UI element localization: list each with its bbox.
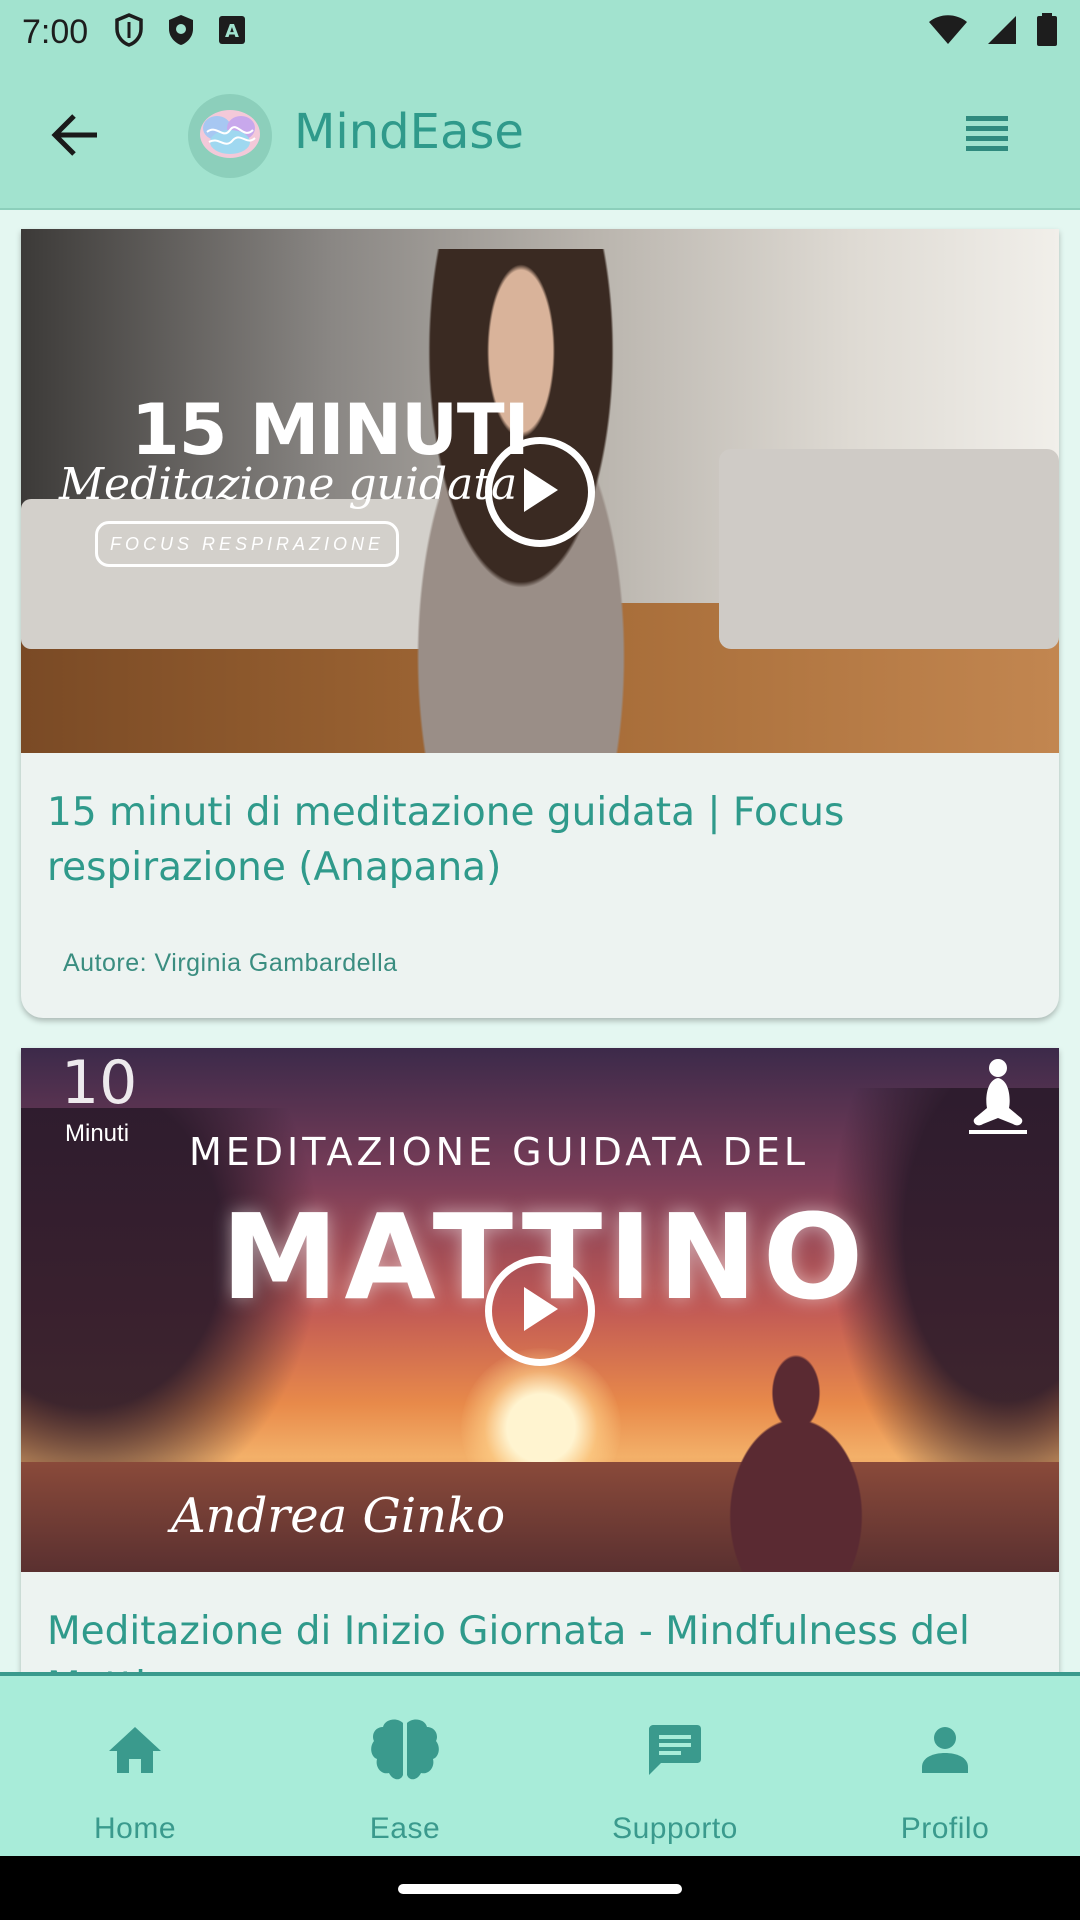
play-icon bbox=[518, 1284, 562, 1339]
arrow-back-icon bbox=[50, 112, 100, 163]
svg-text:A: A bbox=[225, 21, 239, 42]
thumbnail-minutes: Minuti bbox=[65, 1120, 130, 1147]
chat-icon bbox=[639, 1714, 711, 1786]
thumbnail-number: 10 bbox=[61, 1048, 138, 1118]
wifi-icon bbox=[928, 14, 968, 51]
play-button[interactable] bbox=[485, 1256, 595, 1366]
status-bar: 7:00 A bbox=[0, 0, 1080, 64]
video-list[interactable]: 15 MINUTI Meditazione guidata FOCUS RESP… bbox=[0, 212, 1080, 1672]
video-card[interactable]: 10 Minuti MEDITAZIONE GUIDATA DEL MATTIN… bbox=[21, 1048, 1059, 1672]
thumbnail-subtitle: Meditazione guidata bbox=[59, 459, 518, 510]
meditation-figure-icon bbox=[963, 1052, 1033, 1142]
play-icon bbox=[518, 465, 562, 520]
nav-item-home[interactable]: Home bbox=[0, 1676, 270, 1856]
cell-signal-icon bbox=[986, 14, 1018, 51]
thumbnail-pill: FOCUS RESPIRAZIONE bbox=[95, 521, 399, 567]
battery-icon bbox=[1036, 12, 1058, 52]
video-title[interactable]: 15 minuti di meditazione guidata | Focus… bbox=[47, 785, 1027, 895]
list-menu-icon bbox=[964, 116, 1010, 158]
app-logo bbox=[188, 94, 272, 178]
nav-item-supporto[interactable]: Supporto bbox=[540, 1676, 810, 1856]
system-gesture-bar bbox=[0, 1856, 1080, 1920]
brain-icon bbox=[369, 1714, 441, 1786]
nav-label-profilo: Profilo bbox=[900, 1812, 990, 1845]
video-thumbnail[interactable]: 10 Minuti MEDITAZIONE GUIDATA DEL MATTIN… bbox=[21, 1048, 1059, 1572]
person-icon bbox=[909, 1714, 981, 1786]
status-icons-right bbox=[928, 12, 1058, 52]
shield-filled-icon bbox=[166, 13, 196, 52]
video-title[interactable]: Meditazione di Inizio Giornata - Mindful… bbox=[47, 1604, 1027, 1672]
home-icon bbox=[99, 1714, 171, 1786]
thumbnail-author: Andrea Ginko bbox=[171, 1488, 506, 1544]
nav-label-ease: Ease bbox=[369, 1812, 441, 1845]
keyboard-a-icon: A bbox=[218, 15, 246, 50]
nav-item-profilo[interactable]: Profilo bbox=[810, 1676, 1080, 1856]
video-author: Autore: Virginia Gambardella bbox=[63, 949, 398, 977]
app-title: MindEase bbox=[294, 104, 524, 160]
thumbnail-headline: MEDITAZIONE GUIDATA DEL bbox=[189, 1130, 810, 1174]
video-card[interactable]: 15 MINUTI Meditazione guidata FOCUS RESP… bbox=[21, 229, 1059, 1018]
back-button[interactable] bbox=[40, 102, 110, 172]
status-time: 7:00 bbox=[22, 12, 89, 51]
brain-logo-icon bbox=[197, 106, 263, 167]
play-button[interactable] bbox=[485, 437, 595, 547]
shield-outline-icon bbox=[114, 12, 144, 52]
nav-item-ease[interactable]: Ease bbox=[270, 1676, 540, 1856]
nav-label-home: Home bbox=[93, 1812, 177, 1845]
nav-label-supporto: Supporto bbox=[612, 1812, 738, 1845]
app-bar: MindEase bbox=[0, 64, 1080, 210]
menu-button[interactable] bbox=[964, 114, 1010, 160]
home-gesture-handle[interactable] bbox=[398, 1884, 682, 1894]
status-icons-left: A bbox=[114, 12, 246, 52]
video-thumbnail[interactable]: 15 MINUTI Meditazione guidata FOCUS RESP… bbox=[21, 229, 1059, 753]
bottom-navigation: Home Ease Supporto Profilo bbox=[0, 1672, 1080, 1856]
